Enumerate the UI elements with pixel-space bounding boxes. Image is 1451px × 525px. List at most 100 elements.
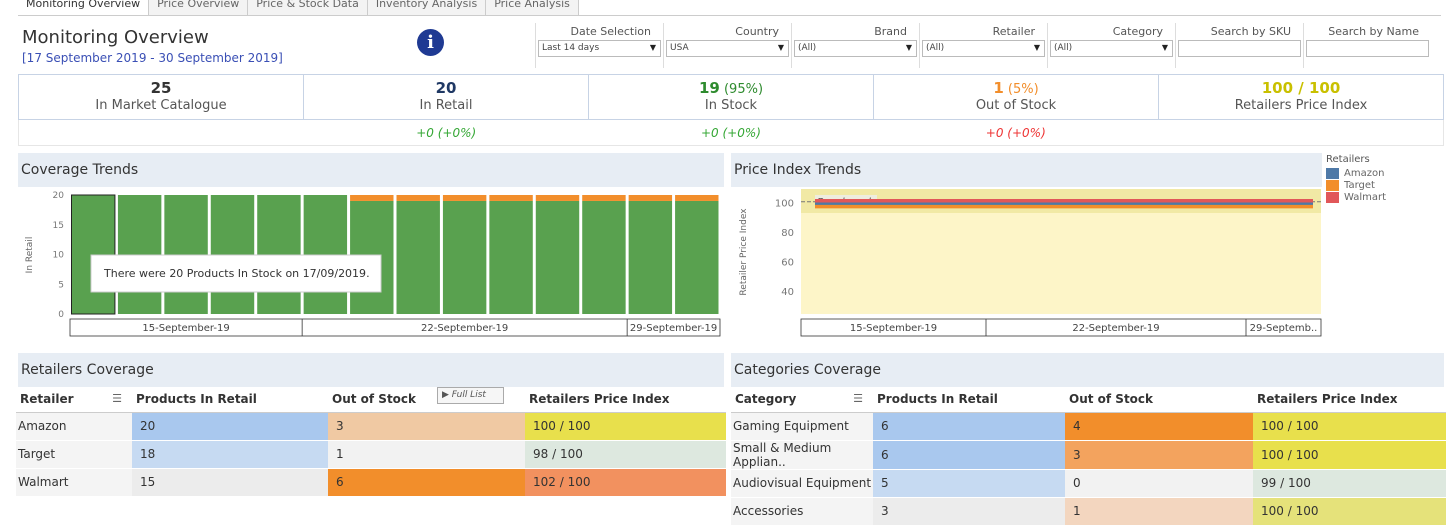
category-dropdown[interactable]: (All) ▼: [1050, 40, 1173, 57]
tooltip-fragment: .: [366, 267, 370, 280]
table-row[interactable]: Small & Medium Applian.. 6 3 100 / 100: [731, 440, 1446, 470]
coverage-bar[interactable]: [442, 200, 487, 314]
table-row[interactable]: Gaming Equipment 6 4 100 / 100: [731, 412, 1446, 441]
row-name-cell[interactable]: Amazon: [16, 412, 132, 441]
coverage-bar[interactable]: [535, 200, 580, 314]
out-of-stock-header[interactable]: Out of Stock: [1065, 386, 1253, 413]
coverage-bar[interactable]: [675, 195, 719, 201]
products-in-retail-cell[interactable]: 20: [132, 412, 328, 441]
out-of-stock-cell[interactable]: 0: [1065, 469, 1253, 498]
table-row[interactable]: Accessories 3 1 100 / 100: [731, 497, 1446, 525]
column-label: Retailer: [20, 391, 74, 406]
coverage-bar[interactable]: [675, 200, 719, 314]
coverage-bar[interactable]: [535, 195, 580, 201]
coverage-bar[interactable]: [489, 195, 533, 201]
coverage-bar[interactable]: [628, 195, 673, 201]
tab-price-stock-data[interactable]: Price & Stock Data: [248, 0, 368, 15]
coverage-bar[interactable]: [628, 200, 673, 314]
row-name-cell[interactable]: Walmart: [16, 468, 132, 497]
row-name-cell[interactable]: Gaming Equipment: [731, 412, 873, 441]
info-icon[interactable]: i: [417, 29, 444, 56]
x-date-label: 22-September-19: [1072, 323, 1159, 334]
products-in-retail-cell[interactable]: 5: [873, 469, 1065, 498]
products-in-retail-cell[interactable]: 18: [132, 440, 328, 469]
tab-price-analysis[interactable]: Price Analysis: [486, 0, 579, 15]
price-index-cell[interactable]: 98 / 100: [525, 440, 726, 469]
price-index-cell[interactable]: 100 / 100: [1253, 497, 1446, 525]
out-of-stock-cell[interactable]: 1: [1065, 497, 1253, 525]
price-index-cell[interactable]: 100 / 100: [1253, 440, 1446, 470]
table-row[interactable]: Amazon 20 3 100 / 100: [16, 412, 726, 441]
price-index-header[interactable]: Retailers Price Index: [1253, 386, 1446, 413]
filter-brand: Brand (All) ▼: [791, 23, 919, 68]
table-row[interactable]: Walmart 15 6 102 / 100: [16, 468, 726, 497]
out-of-stock-cell[interactable]: 3: [1065, 440, 1253, 470]
y-axis-label: Retailer Price Index: [739, 208, 749, 296]
row-name-cell[interactable]: Small & Medium Applian..: [731, 440, 873, 470]
price-index-header[interactable]: Retailers Price Index: [525, 386, 726, 413]
tab-price-overview[interactable]: Price Overview: [149, 0, 249, 15]
sort-icon[interactable]: ☰: [112, 392, 122, 405]
y-axis-label: In Retail: [25, 237, 35, 274]
kpi-percent: (95%): [719, 82, 764, 97]
price-index-cell[interactable]: 102 / 100: [525, 468, 726, 497]
legend-item-target[interactable]: Target: [1326, 179, 1386, 191]
products-in-retail-cell[interactable]: 15: [132, 468, 328, 497]
legend-title: Retailers: [1326, 154, 1370, 165]
out-of-stock-header[interactable]: Out of Stock: [328, 386, 525, 413]
coverage-bar[interactable]: [582, 200, 626, 314]
price-index-trends-title: Price Index Trends: [731, 153, 1322, 187]
price-index-cell[interactable]: 100 / 100: [1253, 412, 1446, 441]
products-in-retail-header[interactable]: Products In Retail: [873, 386, 1065, 413]
kpi-number: 19: [698, 79, 720, 97]
coverage-bar[interactable]: [396, 195, 440, 201]
coverage-bar[interactable]: [582, 195, 626, 201]
tab-monitoring-overview[interactable]: Monitoring Overview: [18, 0, 150, 15]
price-index-cell[interactable]: 100 / 100: [525, 412, 726, 441]
retailer-column-header[interactable]: Retailer ☰: [16, 386, 132, 413]
legend-item-walmart[interactable]: Walmart: [1326, 191, 1386, 203]
kpi-value: 19 (95%): [589, 79, 873, 97]
row-name-cell[interactable]: Audiovisual Equipment: [731, 469, 873, 498]
table-row[interactable]: Audiovisual Equipment 5 0 99 / 100: [731, 469, 1446, 498]
filter-label: Category: [1112, 25, 1163, 38]
kpi-delta: +0 (+0%): [416, 126, 477, 140]
brand-dropdown[interactable]: (All) ▼: [794, 40, 917, 57]
coverage-bar[interactable]: [489, 200, 533, 314]
out-of-stock-cell[interactable]: 6: [328, 468, 525, 497]
tab-inventory-analysis[interactable]: Inventory Analysis: [367, 0, 487, 15]
y-tick-label: 10: [53, 251, 65, 261]
products-in-retail-cell[interactable]: 6: [873, 412, 1065, 441]
filter-label: Search by SKU: [1210, 25, 1291, 38]
row-name-cell[interactable]: Target: [16, 440, 132, 469]
out-of-stock-cell[interactable]: 4: [1065, 412, 1253, 441]
name-search-input[interactable]: [1306, 40, 1429, 57]
products-in-retail-header[interactable]: Products In Retail: [132, 386, 328, 413]
table-row[interactable]: Target 18 1 98 / 100: [16, 440, 726, 469]
row-name-cell[interactable]: Accessories: [731, 497, 873, 525]
filter-retailer: Retailer (All) ▼: [919, 23, 1047, 68]
country-dropdown[interactable]: USA ▼: [666, 40, 789, 57]
kpi-number: 100 / 100: [1261, 79, 1341, 97]
tooltip-fragment: There were: [103, 267, 169, 280]
category-column-header[interactable]: Category ☰: [731, 386, 873, 413]
out-of-stock-cell[interactable]: 1: [328, 440, 525, 469]
kpi-card: 1 (5%) Out of Stock: [874, 75, 1159, 119]
date-selection-dropdown[interactable]: Last 14 days ▼: [538, 40, 661, 57]
dropdown-value: (All): [926, 43, 945, 53]
legend-item-amazon[interactable]: Amazon: [1326, 167, 1386, 179]
products-in-retail-cell[interactable]: 3: [873, 497, 1065, 525]
coverage-bar[interactable]: [350, 195, 394, 201]
coverage-trends-title: Coverage Trends: [18, 153, 724, 187]
out-of-stock-cell[interactable]: 3: [328, 412, 525, 441]
products-in-retail-cell[interactable]: 6: [873, 440, 1065, 470]
sku-search-input[interactable]: [1178, 40, 1301, 57]
legend-swatch: [1326, 179, 1339, 191]
coverage-bar[interactable]: [442, 195, 487, 201]
price-index-cell[interactable]: 99 / 100: [1253, 469, 1446, 498]
tooltip-text: There were 20 Products In Stock on 17/09…: [103, 267, 370, 280]
retailer-dropdown[interactable]: (All) ▼: [922, 40, 1045, 57]
kpi-value: 25: [19, 79, 303, 97]
coverage-bar[interactable]: [396, 200, 440, 314]
sort-icon[interactable]: ☰: [853, 392, 863, 405]
